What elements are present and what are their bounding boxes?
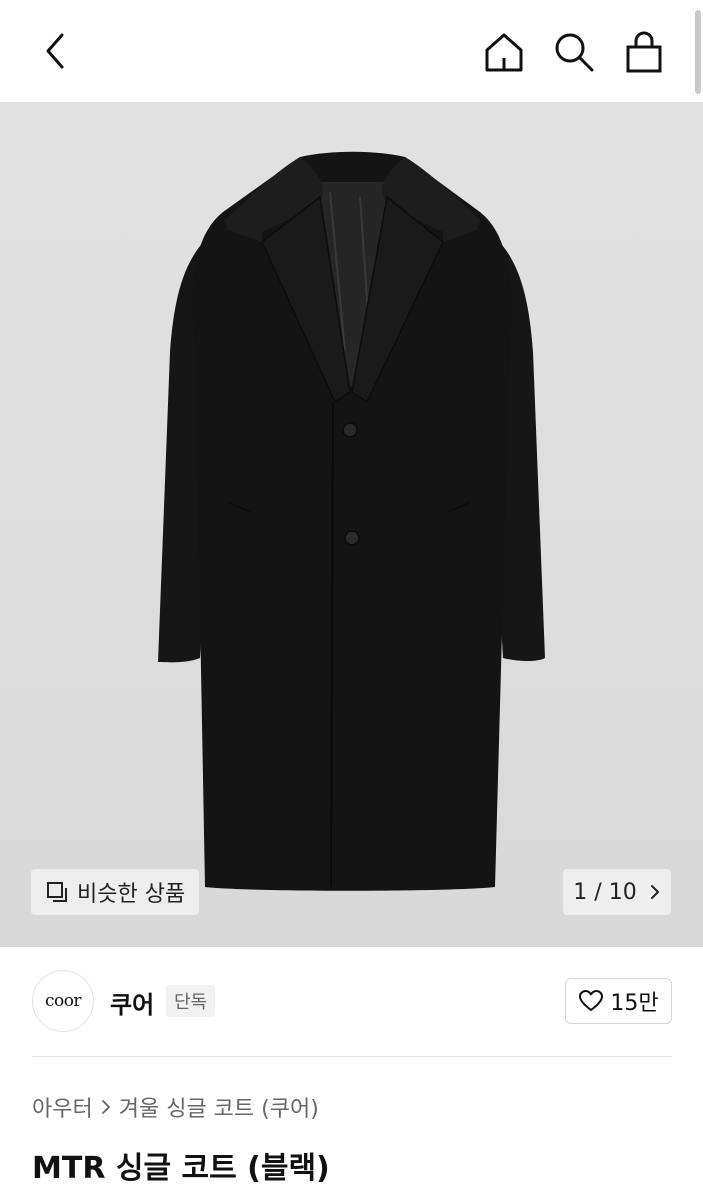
product-title: MTR 싱글 코트 (블랙) xyxy=(32,1151,330,1186)
back-button[interactable] xyxy=(30,26,80,76)
similar-items-icon xyxy=(47,882,67,902)
chevron-right-icon xyxy=(650,885,659,899)
search-button[interactable] xyxy=(548,26,600,78)
similar-items-label: 비슷한 상품 xyxy=(77,882,186,907)
shopping-bag-icon xyxy=(626,31,662,73)
brand-logo[interactable]: coor xyxy=(32,970,94,1032)
breadcrumb-item[interactable]: 겨울 싱글 코트 (쿠어) xyxy=(119,1091,319,1123)
brand-row: coor 쿠어 단독 15만 xyxy=(0,947,703,1057)
breadcrumb-item[interactable]: 아우터 xyxy=(32,1091,93,1123)
exclusive-badge: 단독 xyxy=(166,985,216,1017)
home-button[interactable] xyxy=(478,26,530,78)
image-pager-count: 1 / 10 xyxy=(573,879,637,905)
like-button[interactable]: 15만 xyxy=(565,978,672,1024)
home-icon xyxy=(485,33,523,72)
top-navigation-bar xyxy=(0,0,703,102)
heart-icon xyxy=(579,990,604,1011)
search-icon xyxy=(555,33,594,72)
chevron-left-icon xyxy=(46,33,64,69)
breadcrumb: 아우터 겨울 싱글 코트 (쿠어) xyxy=(32,1091,319,1123)
divider xyxy=(32,1056,672,1057)
brand-name[interactable]: 쿠어 xyxy=(110,985,154,1020)
like-count: 15만 xyxy=(610,991,659,1016)
similar-items-button[interactable]: 비슷한 상품 xyxy=(31,869,200,915)
image-pager-button[interactable]: 1 / 10 xyxy=(563,869,671,915)
product-image-gallery[interactable]: 비슷한 상품 1 / 10 xyxy=(0,102,703,947)
brand-logo-text: coor xyxy=(44,991,82,1011)
chevron-right-icon xyxy=(101,1100,110,1114)
scrollbar[interactable] xyxy=(695,10,701,94)
product-image xyxy=(158,151,545,891)
shopping-bag-button[interactable] xyxy=(618,26,670,78)
